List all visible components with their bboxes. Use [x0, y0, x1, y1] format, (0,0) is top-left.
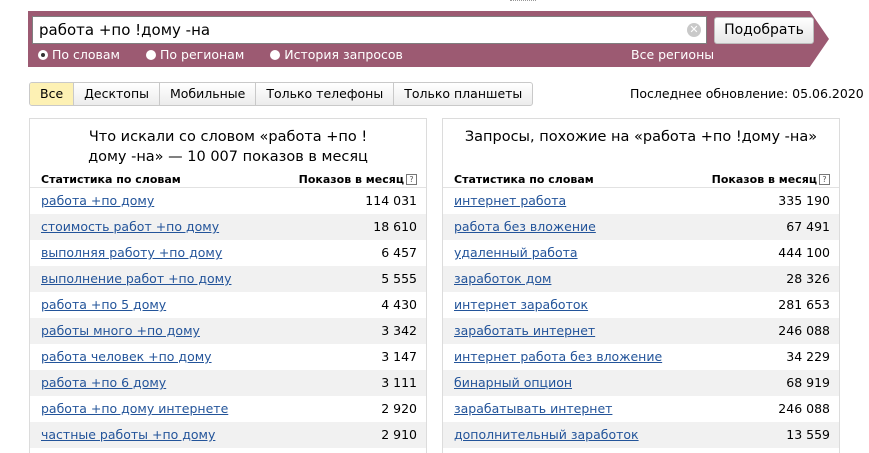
- submit-button[interactable]: Подобрать: [714, 17, 814, 44]
- table-row: стоимость работ +по дому 18 610: [30, 214, 426, 240]
- panel-title: Запросы, похожие на «работа +по !дому -н…: [464, 129, 818, 145]
- help-icon[interactable]: ?: [819, 174, 830, 185]
- table-row: дополнительный заработок 13 559: [443, 422, 839, 448]
- tab-all[interactable]: Все: [30, 83, 75, 105]
- right-table-body: интернет работа 335 190 работа без вложени…: [443, 188, 839, 448]
- tab-tablets-only[interactable]: Только планшеты: [394, 83, 532, 105]
- query-link[interactable]: интернет заработок: [454, 292, 588, 318]
- radio-unchecked-icon[interactable]: [270, 49, 281, 60]
- impressions-count: 114 031: [365, 193, 417, 208]
- query-link[interactable]: работа без вложение: [454, 214, 596, 240]
- table-row: удаленный работа 444 100: [443, 240, 839, 266]
- col-count-label: Показов в месяц: [298, 173, 404, 186]
- radio-history[interactable]: История запросов: [270, 47, 403, 62]
- search-mode-radios: По словам По регионам История запросов: [38, 47, 403, 62]
- query-link[interactable]: работы много +по дому: [41, 318, 200, 344]
- radio-by-words[interactable]: По словам: [38, 47, 120, 62]
- impressions-count: 246 088: [778, 323, 830, 338]
- table-row: работа +по дому интернете 2 920: [30, 396, 426, 422]
- table-row: работа +по 6 дому 3 111: [30, 370, 426, 396]
- query-link[interactable]: удаленный работа: [454, 240, 578, 266]
- radio-checked-icon[interactable]: [38, 49, 48, 60]
- query-link[interactable]: зарабатывать интернет: [454, 396, 612, 422]
- table-row: интернет работа без вложение 34 229: [443, 344, 839, 370]
- query-link[interactable]: работа +по 6 дому: [41, 370, 166, 396]
- query-link[interactable]: выполняя работу +по дому: [41, 240, 222, 266]
- tab-mobile[interactable]: Мобильные: [160, 83, 257, 105]
- impressions-count: 3 111: [381, 375, 417, 390]
- panel-with-word: Что искали со словом «работа +по !дому -…: [29, 118, 427, 453]
- impressions-count: 4 430: [381, 297, 417, 312]
- impressions-count: 3 147: [381, 349, 417, 364]
- table-row: интернет работа 335 190: [443, 188, 839, 214]
- col-count-header: Показов в месяц ?: [299, 172, 417, 187]
- impressions-count: 28 326: [786, 271, 830, 286]
- query-link[interactable]: работа человек +по дому: [41, 344, 212, 370]
- impressions-count: 67 491: [786, 219, 830, 234]
- table-row: работы много +по дому 3 342: [30, 318, 426, 344]
- impressions-count: 444 100: [778, 245, 830, 260]
- query-link[interactable]: частные работы +по дому: [41, 422, 215, 448]
- radio-label: По регионам: [160, 47, 245, 62]
- panel-title: Что искали со словом «работа +по !дому -…: [88, 129, 368, 165]
- table-row: работа без вложение 67 491: [443, 214, 839, 240]
- last-updated: Последнее обновление: 05.06.2020: [630, 86, 864, 101]
- col-count-label: Показов в месяц: [711, 173, 817, 186]
- query-link[interactable]: заработок дом: [454, 266, 551, 292]
- clear-icon[interactable]: ✕: [687, 23, 701, 37]
- impressions-count: 3 342: [381, 323, 417, 338]
- table-row: работа человек +по дому 3 147: [30, 344, 426, 370]
- impressions-count: 68 919: [786, 375, 830, 390]
- left-table-body: работа +по дому 114 031 стоимость работ +п…: [30, 188, 426, 448]
- query-link[interactable]: работа +по дому: [41, 188, 154, 214]
- query-link[interactable]: интернет работа без вложение: [454, 344, 662, 370]
- help-icon[interactable]: ?: [406, 174, 417, 185]
- impressions-count: 335 190: [778, 193, 830, 208]
- query-link[interactable]: работа +по 5 дому: [41, 292, 166, 318]
- top-divider: [510, 0, 536, 3]
- impressions-count: 5 555: [381, 271, 417, 286]
- table-row: работа +по дому 114 031: [30, 188, 426, 214]
- table-row: заработать интернет 246 088: [443, 318, 839, 344]
- impressions-count: 34 229: [786, 349, 830, 364]
- table-row: интернет заработок 281 653: [443, 292, 839, 318]
- table-header: Статистика по словам Показов в месяц ?: [443, 172, 839, 188]
- table-header: Статистика по словам Показов в месяц ?: [30, 172, 426, 188]
- search-input[interactable]: работа +по !дому -на: [32, 16, 707, 44]
- impressions-count: 2 910: [381, 427, 417, 442]
- query-link[interactable]: стоимость работ +по дому: [41, 214, 219, 240]
- table-row: бинарный опцион 68 919: [443, 370, 839, 396]
- query-link[interactable]: работа +по дому интернете: [41, 396, 228, 422]
- table-row: зарабатывать интернет 246 088: [443, 396, 839, 422]
- query-link[interactable]: выполнение работ +по дому: [41, 266, 231, 292]
- impressions-count: 281 653: [778, 297, 830, 312]
- impressions-count: 18 610: [373, 219, 417, 234]
- query-link[interactable]: заработать интернет: [454, 318, 595, 344]
- impressions-count: 246 088: [778, 401, 830, 416]
- device-tabs: Все Десктопы Мобильные Только телефоны Т…: [29, 82, 534, 106]
- table-row: выполнение работ +по дому 5 555: [30, 266, 426, 292]
- radio-label: История запросов: [284, 47, 403, 62]
- table-row: заработок дом 28 326: [443, 266, 839, 292]
- tab-desktops[interactable]: Десктопы: [74, 83, 160, 105]
- query-link[interactable]: интернет работа: [454, 188, 566, 214]
- radio-by-regions[interactable]: По регионам: [146, 47, 244, 62]
- panel-similar: Запросы, похожие на «работа +по !дому -н…: [442, 118, 840, 453]
- query-link[interactable]: дополнительный заработок: [454, 422, 639, 448]
- impressions-count: 13 559: [786, 427, 830, 442]
- col-words-header: Статистика по словам: [41, 173, 181, 186]
- radio-unchecked-icon[interactable]: [146, 49, 156, 60]
- all-regions-link[interactable]: Все регионы: [631, 47, 714, 62]
- table-row: частные работы +по дому 2 910: [30, 422, 426, 448]
- query-link[interactable]: бинарный опцион: [454, 370, 572, 396]
- impressions-count: 2 920: [381, 401, 417, 416]
- tab-phones-only[interactable]: Только телефоны: [256, 83, 395, 105]
- radio-label: По словам: [52, 47, 120, 62]
- impressions-count: 6 457: [381, 245, 417, 260]
- table-row: выполняя работу +по дому 6 457: [30, 240, 426, 266]
- col-count-header: Показов в месяц ?: [712, 172, 830, 187]
- table-row: работа +по 5 дому 4 430: [30, 292, 426, 318]
- col-words-header: Статистика по словам: [454, 173, 594, 186]
